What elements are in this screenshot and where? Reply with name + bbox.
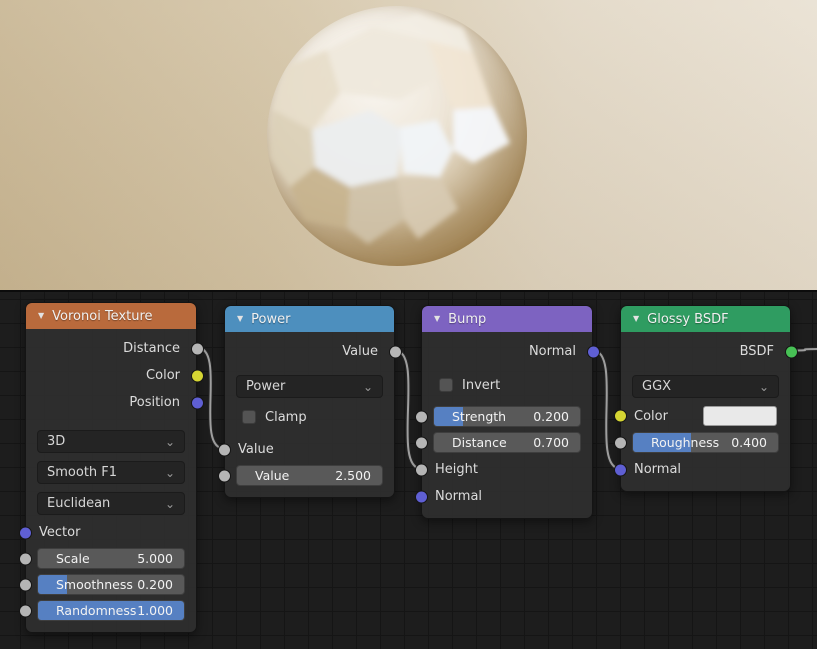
node-power[interactable]: ▼ Power Value Power ⌄ Clamp Value Value2.500 — [224, 305, 395, 498]
chevron-down-icon: ⌄ — [165, 467, 175, 479]
checkbox-clamp[interactable] — [242, 410, 256, 424]
input-label-normal: Normal — [634, 462, 681, 477]
voronoi-texture-input-smoothness-socket[interactable] — [19, 579, 32, 592]
slider-distance[interactable]: Distance0.700 — [433, 432, 581, 453]
chevron-down-icon: ⌄ — [759, 381, 769, 393]
slider-value: 0.200 — [137, 575, 173, 594]
checkbox-label: Clamp — [265, 410, 307, 425]
slider-value: 0.400 — [731, 433, 767, 452]
node-power-body: Value Power ⌄ Clamp Value Value2.500 — [225, 332, 394, 497]
power-output-value-socket[interactable] — [389, 345, 402, 358]
chevron-down-icon: ⌄ — [165, 436, 175, 448]
output-label-color: Color — [146, 368, 180, 383]
input-label-normal: Normal — [435, 489, 482, 504]
dropdown-value: Euclidean — [47, 496, 110, 511]
node-title: Glossy BSDF — [647, 312, 728, 327]
chevron-down-icon: ⌄ — [363, 381, 373, 393]
checkbox-invert[interactable] — [439, 378, 453, 392]
slider-randomness[interactable]: Randomness1.000 — [37, 600, 185, 621]
node-title: Power — [251, 312, 290, 327]
node-link-power-value-to-bump-height[interactable] — [395, 351, 421, 469]
dropdown-smooth-f1[interactable]: Smooth F1 ⌄ — [37, 461, 185, 484]
collapse-triangle-icon[interactable]: ▼ — [38, 312, 44, 320]
dropdown-ggx[interactable]: GGX ⌄ — [632, 375, 779, 398]
bump-input-height-socket[interactable] — [415, 463, 428, 476]
node-power-header[interactable]: ▼ Power — [225, 306, 394, 332]
glossy-bsdf-input-color-socket[interactable] — [614, 410, 627, 423]
node-voronoi-texture-header[interactable]: ▼ Voronoi Texture — [26, 303, 196, 329]
chevron-down-icon: ⌄ — [165, 498, 175, 510]
dropdown-value: GGX — [642, 379, 671, 394]
dropdown-value: Power — [246, 379, 285, 394]
bump-input-normal-socket[interactable] — [415, 490, 428, 503]
dropdown-euclidean[interactable]: Euclidean ⌄ — [37, 492, 185, 515]
input-label-color: Color — [634, 409, 668, 424]
slider-value: 5.000 — [137, 549, 173, 568]
node-title: Voronoi Texture — [52, 309, 152, 324]
voronoi-texture-output-color-socket[interactable] — [191, 369, 204, 382]
dropdown-value: 3D — [47, 434, 65, 449]
slider-scale[interactable]: Scale5.000 — [37, 548, 185, 569]
glossy-bsdf-output-bsdf-socket[interactable] — [785, 345, 798, 358]
slider-strength[interactable]: Strength0.200 — [433, 406, 581, 427]
collapse-triangle-icon[interactable]: ▼ — [434, 315, 440, 323]
slider-value: 0.700 — [533, 433, 569, 452]
sphere-facets — [267, 6, 527, 266]
collapse-triangle-icon[interactable]: ▼ — [633, 315, 639, 323]
rendered-sphere — [267, 6, 527, 266]
dropdown-value: Smooth F1 — [47, 465, 117, 480]
node-voronoi-texture-body: DistanceColorPosition3D⌄Smooth F1⌄Euclid… — [26, 329, 196, 632]
glossy-bsdf-input-roughness-socket[interactable] — [614, 437, 627, 450]
dropdown-3d[interactable]: 3D ⌄ — [37, 430, 185, 453]
color-swatch[interactable] — [703, 406, 777, 426]
bump-output-normal-socket[interactable] — [587, 345, 600, 358]
input-label-value: Value — [238, 442, 274, 457]
3d-viewport[interactable] — [0, 0, 817, 290]
node-bump[interactable]: ▼ Bump Normal Invert Strength0.200 Distance0.… — [421, 305, 593, 519]
node-glossy-bsdf[interactable]: ▼ Glossy BSDF BSDF GGX ⌄ Color Roughness0.400 N… — [620, 305, 791, 492]
output-label-normal: Normal — [529, 344, 576, 359]
bump-input-distance-socket[interactable] — [415, 437, 428, 450]
input-label-height: Height — [435, 462, 478, 477]
slider-value: 2.500 — [335, 466, 371, 485]
bump-input-strength-socket[interactable] — [415, 411, 428, 424]
checkbox-label: Invert — [462, 378, 500, 393]
output-label-position: Position — [129, 395, 180, 410]
node-glossy-bsdf-header[interactable]: ▼ Glossy BSDF — [621, 306, 790, 332]
voronoi-texture-input-vector-socket[interactable] — [19, 526, 32, 539]
blender-window: ▼ Voronoi Texture Distance Color Position 3D ⌄… — [0, 0, 817, 649]
power-input-value-socket[interactable] — [218, 443, 231, 456]
node-bump-body: Normal Invert Strength0.200 Distance0.700 He… — [422, 332, 592, 518]
shader-node-editor[interactable]: ▼ Voronoi Texture Distance Color Position 3D ⌄… — [0, 290, 817, 649]
slider-roughness[interactable]: Roughness0.400 — [632, 432, 779, 453]
voronoi-texture-input-scale-socket[interactable] — [19, 553, 32, 566]
output-label-bsdf: BSDF — [740, 344, 774, 359]
power-input-value-socket[interactable] — [218, 470, 231, 483]
slider-value[interactable]: Value2.500 — [236, 465, 383, 486]
output-label-distance: Distance — [123, 341, 180, 356]
node-bump-header[interactable]: ▼ Bump — [422, 306, 592, 332]
slider-value: 0.200 — [533, 407, 569, 426]
node-title: Bump — [448, 312, 486, 327]
collapse-triangle-icon[interactable]: ▼ — [237, 315, 243, 323]
glossy-bsdf-input-normal-socket[interactable] — [614, 463, 627, 476]
voronoi-texture-input-randomness-socket[interactable] — [19, 605, 32, 618]
output-label-value: Value — [342, 344, 378, 359]
node-voronoi-texture[interactable]: ▼ Voronoi Texture Distance Color Position 3D ⌄… — [25, 302, 197, 633]
input-label-vector: Vector — [39, 525, 80, 540]
voronoi-texture-output-position-socket[interactable] — [191, 396, 204, 409]
voronoi-texture-output-distance-socket[interactable] — [191, 342, 204, 355]
slider-value: 1.000 — [137, 601, 173, 620]
slider-smoothness[interactable]: Smoothness0.200 — [37, 574, 185, 595]
node-glossy-bsdf-body: BSDF GGX ⌄ Color Roughness0.400 Normal — [621, 332, 790, 491]
dropdown-power[interactable]: Power ⌄ — [236, 375, 383, 398]
